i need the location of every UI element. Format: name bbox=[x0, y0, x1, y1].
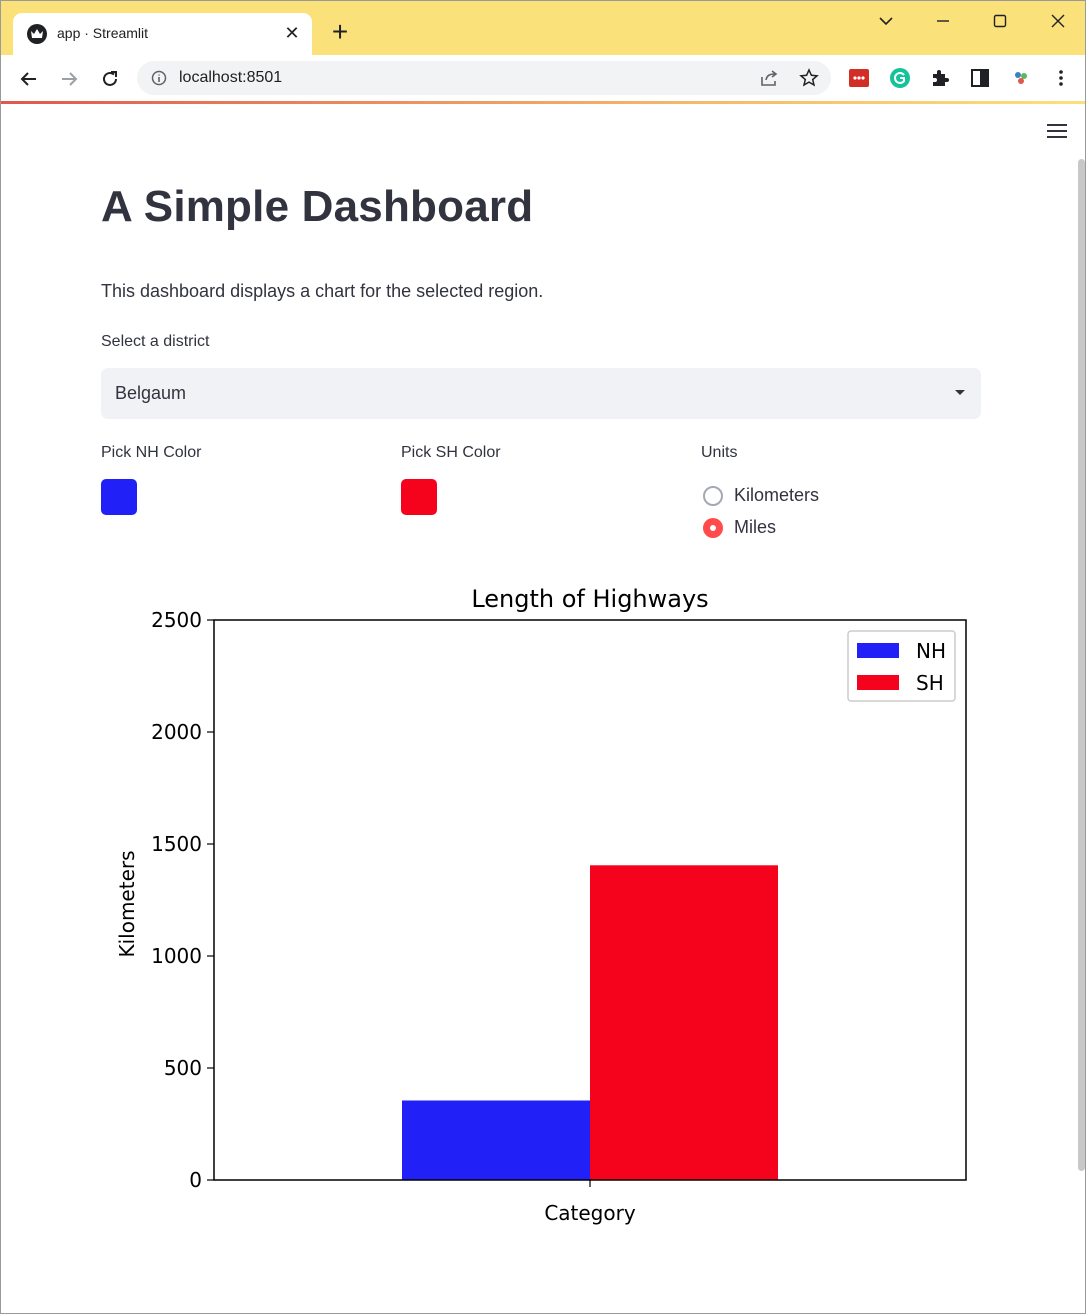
y-tick-label: 2500 bbox=[151, 608, 202, 632]
tab-search-chevron-icon[interactable] bbox=[870, 7, 902, 35]
chart-title: Length of Highways bbox=[471, 585, 708, 613]
radio-label-miles: Miles bbox=[734, 517, 777, 537]
dropdown-caret-icon bbox=[955, 390, 965, 395]
bookmark-star-icon[interactable] bbox=[799, 68, 819, 88]
y-axis: 0 500 1000 1500 2000 2500 bbox=[151, 608, 214, 1192]
legend-label-sh: SH bbox=[916, 671, 944, 695]
y-axis-label: Kilometers bbox=[115, 850, 139, 957]
x-axis-label: Category bbox=[544, 1201, 636, 1225]
nh-color-picker[interactable] bbox=[101, 479, 137, 515]
bar-sh bbox=[590, 865, 778, 1180]
page-title: A Simple Dashboard bbox=[101, 182, 534, 231]
radio-button-icon[interactable] bbox=[703, 518, 723, 538]
district-select-value: Belgaum bbox=[115, 383, 187, 403]
y-tick-label: 500 bbox=[164, 1056, 202, 1080]
close-window-icon[interactable] bbox=[1042, 7, 1074, 35]
url-text[interactable]: localhost:8501 bbox=[179, 69, 282, 87]
sh-color-label: Pick SH Color bbox=[401, 444, 501, 461]
browser-window: app · Streamlit ✕ + localhost:8501 A Sim… bbox=[0, 0, 1086, 1314]
address-bar[interactable]: localhost:8501 bbox=[137, 61, 831, 95]
grammarly-extension-icon[interactable] bbox=[888, 66, 912, 90]
new-tab-button[interactable]: + bbox=[327, 18, 353, 47]
y-tick-label: 1500 bbox=[151, 832, 202, 856]
district-select[interactable]: Belgaum bbox=[101, 368, 981, 419]
side-panel-icon[interactable] bbox=[968, 66, 992, 90]
y-tick-label: 0 bbox=[189, 1168, 202, 1192]
hamburger-menu-icon[interactable] bbox=[1047, 124, 1069, 142]
bars bbox=[402, 865, 778, 1180]
radio-label-kilometers: Kilometers bbox=[734, 485, 820, 505]
units-radio-kilometers[interactable]: Kilometers bbox=[703, 483, 843, 509]
units-label: Units bbox=[701, 444, 738, 461]
tab-close-icon[interactable]: ✕ bbox=[282, 23, 302, 43]
y-tick-label: 1000 bbox=[151, 944, 202, 968]
maximize-icon[interactable] bbox=[984, 7, 1016, 35]
reload-icon[interactable] bbox=[95, 64, 125, 94]
bar-nh bbox=[402, 1100, 590, 1180]
radio-button-icon[interactable] bbox=[703, 486, 723, 506]
profile-avatar-icon[interactable] bbox=[1009, 66, 1033, 90]
nh-color-label: Pick NH Color bbox=[101, 444, 202, 461]
share-icon[interactable] bbox=[759, 69, 779, 87]
legend-swatch-nh bbox=[857, 643, 899, 658]
district-select-label: Select a district bbox=[101, 333, 210, 350]
forward-arrow-icon[interactable] bbox=[54, 64, 84, 94]
kebab-menu-icon[interactable] bbox=[1049, 66, 1073, 90]
minimize-icon[interactable] bbox=[927, 7, 959, 35]
password-manager-extension-icon[interactable] bbox=[847, 66, 871, 90]
page-description: This dashboard displays a chart for the … bbox=[101, 281, 544, 301]
sh-color-picker[interactable] bbox=[401, 479, 437, 515]
page-scrollbar[interactable] bbox=[1078, 159, 1085, 1171]
legend-swatch-sh bbox=[857, 675, 899, 690]
extensions-puzzle-icon[interactable] bbox=[928, 66, 952, 90]
y-tick-label: 2000 bbox=[151, 720, 202, 744]
streamlit-crown-icon bbox=[27, 24, 47, 44]
site-info-icon[interactable] bbox=[151, 70, 167, 86]
browser-toolbar: localhost:8501 bbox=[1, 55, 1085, 101]
tab-strip: app · Streamlit ✕ + bbox=[1, 1, 1085, 55]
tab-title: app · Streamlit bbox=[57, 25, 149, 41]
units-radio-miles[interactable]: Miles bbox=[703, 515, 843, 541]
legend-label-nh: NH bbox=[916, 639, 946, 663]
chart-legend: NH SH bbox=[847, 630, 956, 702]
highway-length-chart: Length of Highways 05001000150020002500 … bbox=[115, 585, 967, 1225]
back-arrow-icon[interactable] bbox=[14, 64, 44, 94]
browser-tab[interactable]: app · Streamlit ✕ bbox=[13, 13, 312, 55]
streamlit-page: A Simple Dashboard This dashboard displa… bbox=[1, 104, 1085, 1313]
